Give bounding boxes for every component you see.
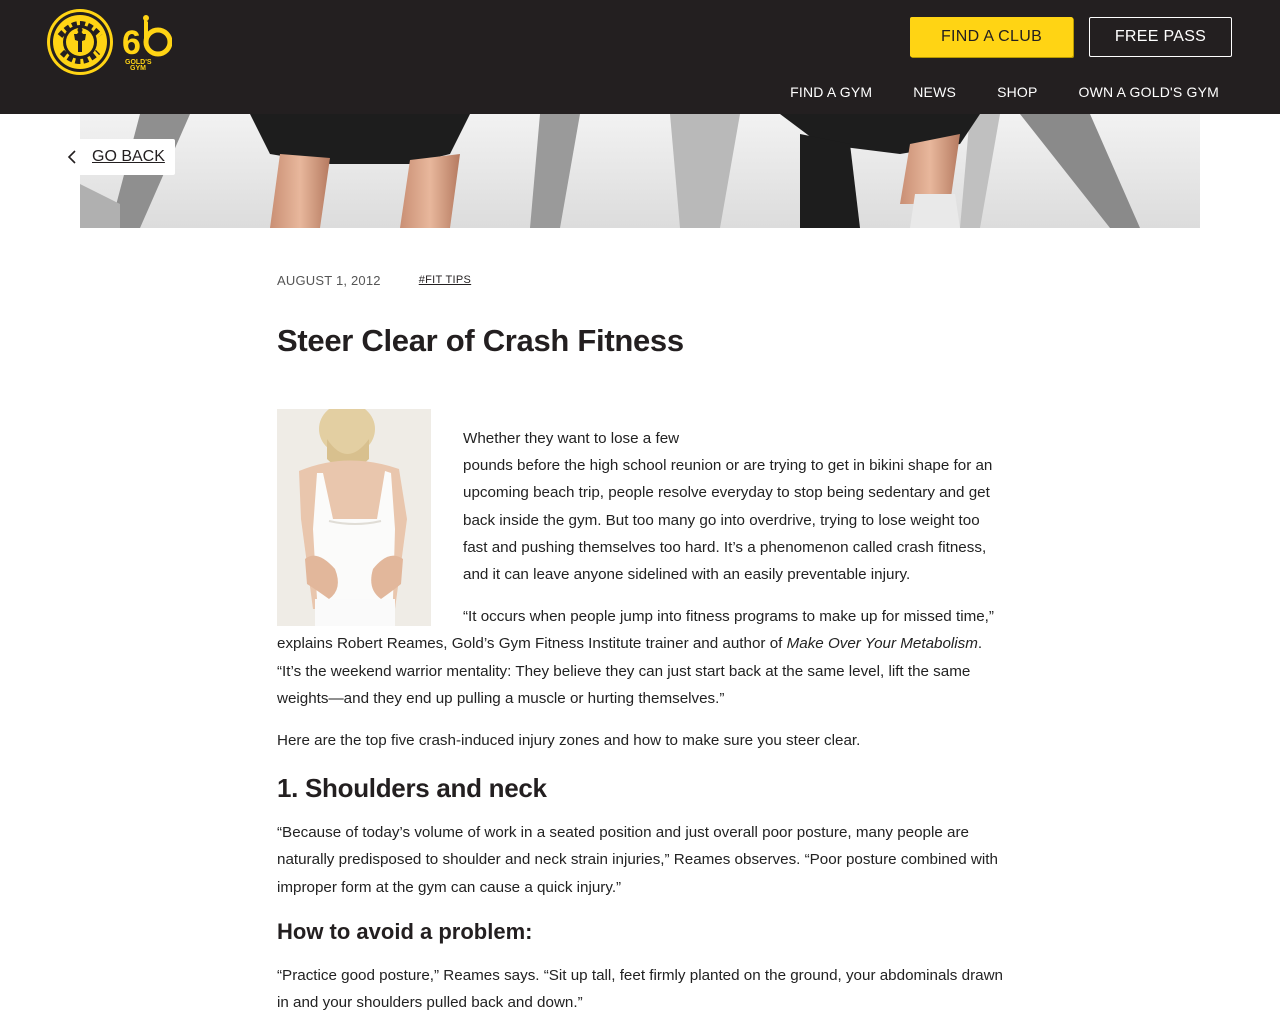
chevron-left-icon <box>67 150 76 164</box>
svg-text:GYM: GYM <box>130 65 146 72</box>
nav-item-find-a-gym[interactable]: FIND A GYM <box>790 84 872 100</box>
paragraph-overview: Here are the top five crash-induced inju… <box>277 732 861 750</box>
go-back-label: GO BACK <box>92 148 165 165</box>
nav-item-own-a-golds-gym[interactable]: OWN A GOLD'S GYM <box>1079 84 1219 100</box>
back-pain-photo <box>277 409 431 626</box>
article-tag-link[interactable]: #FIT TIPS <box>419 274 471 286</box>
heading-shoulders-neck: 1. Shoulders and neck <box>277 773 547 804</box>
free-pass-button[interactable]: FREE PASS <box>1089 17 1232 57</box>
main-nav: FIND A GYM NEWS SHOP OWN A GOLD'S GYM <box>749 84 1219 100</box>
paragraph-shoulders: “Because of today’s volume of work in a … <box>277 824 998 896</box>
go-back-button[interactable]: GO BACK <box>56 139 175 175</box>
heading-how-to-avoid: How to avoid a problem: <box>277 918 533 944</box>
golds-gym-logo-icon[interactable] <box>46 8 114 76</box>
logo-group[interactable]: 6 GOLD'S GYM <box>46 8 172 76</box>
nav-item-shop[interactable]: SHOP <box>997 84 1037 100</box>
article-title: Steer Clear of Crash Fitness <box>277 323 684 358</box>
hero-image <box>80 114 1200 228</box>
article-body: Whether they want to lose a few pounds b… <box>277 409 1005 1016</box>
article-meta: AUGUST 1, 2012 #FIT TIPS <box>277 268 1005 292</box>
site-header: 6 GOLD'S GYM FIND A CLUB FREE PASS FIND … <box>0 0 1280 114</box>
article-header: AUGUST 1, 2012 #FIT TIPS Steer Clear of … <box>277 268 1005 359</box>
paragraph-posture: “Practice good posture,” Reames says. “S… <box>277 966 1003 1012</box>
paragraph-intro-rest: pounds before the high school reunion or… <box>463 457 993 584</box>
find-a-club-button[interactable]: FIND A CLUB <box>910 17 1073 57</box>
svg-text:6: 6 <box>122 24 141 62</box>
anniversary-60-icon: 6 GOLD'S GYM <box>122 12 172 72</box>
article-date: AUGUST 1, 2012 <box>277 272 381 288</box>
book-title: Make Over Your Metabolism <box>786 635 978 653</box>
nav-item-news[interactable]: NEWS <box>913 84 956 100</box>
